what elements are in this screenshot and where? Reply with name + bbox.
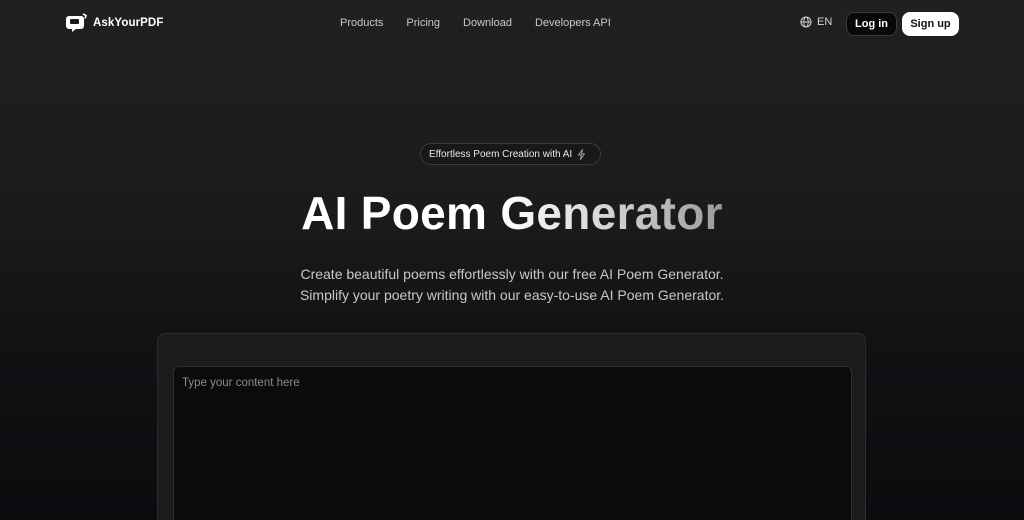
hero-badge: Effortless Poem Creation with AI bbox=[420, 143, 602, 165]
askyourpdf-logo-icon bbox=[66, 13, 87, 32]
language-label: EN bbox=[817, 16, 833, 28]
globe-icon bbox=[800, 16, 812, 28]
nav-pricing[interactable]: Pricing bbox=[406, 17, 440, 29]
hero-subtitle-line2: Simplify your poetry writing with our ea… bbox=[299, 287, 725, 303]
login-button[interactable]: Log in bbox=[846, 12, 897, 36]
site-header: AskYourPDF Products Pricing Download Dev… bbox=[0, 0, 1024, 48]
poem-generator-card bbox=[157, 333, 866, 520]
page-title-part1: AI Poem bbox=[301, 187, 501, 239]
hero-subtitle: Create beautiful poems effortlessly with… bbox=[0, 264, 1024, 306]
signup-button[interactable]: Sign up bbox=[902, 12, 959, 36]
content-input[interactable] bbox=[173, 366, 852, 520]
logo-text: AskYourPDF bbox=[93, 17, 164, 29]
hero-subtitle-line1: Create beautiful poems effortlessly with… bbox=[300, 266, 724, 282]
hero-badge-text: Effortless Poem Creation with AI bbox=[429, 148, 573, 160]
nav-download[interactable]: Download bbox=[463, 17, 512, 29]
nav-products[interactable]: Products bbox=[340, 17, 383, 29]
nav-developers-api[interactable]: Developers API bbox=[535, 17, 611, 29]
page-title: AI Poem Generator bbox=[0, 186, 1024, 240]
lightning-bolt-icon bbox=[578, 148, 586, 160]
language-selector[interactable]: EN bbox=[800, 16, 832, 28]
main-nav: Products Pricing Download Developers API bbox=[340, 17, 611, 29]
logo-link[interactable]: AskYourPDF bbox=[66, 12, 163, 34]
page-title-part2: Generator bbox=[500, 187, 723, 239]
page: AskYourPDF Products Pricing Download Dev… bbox=[0, 0, 1024, 520]
